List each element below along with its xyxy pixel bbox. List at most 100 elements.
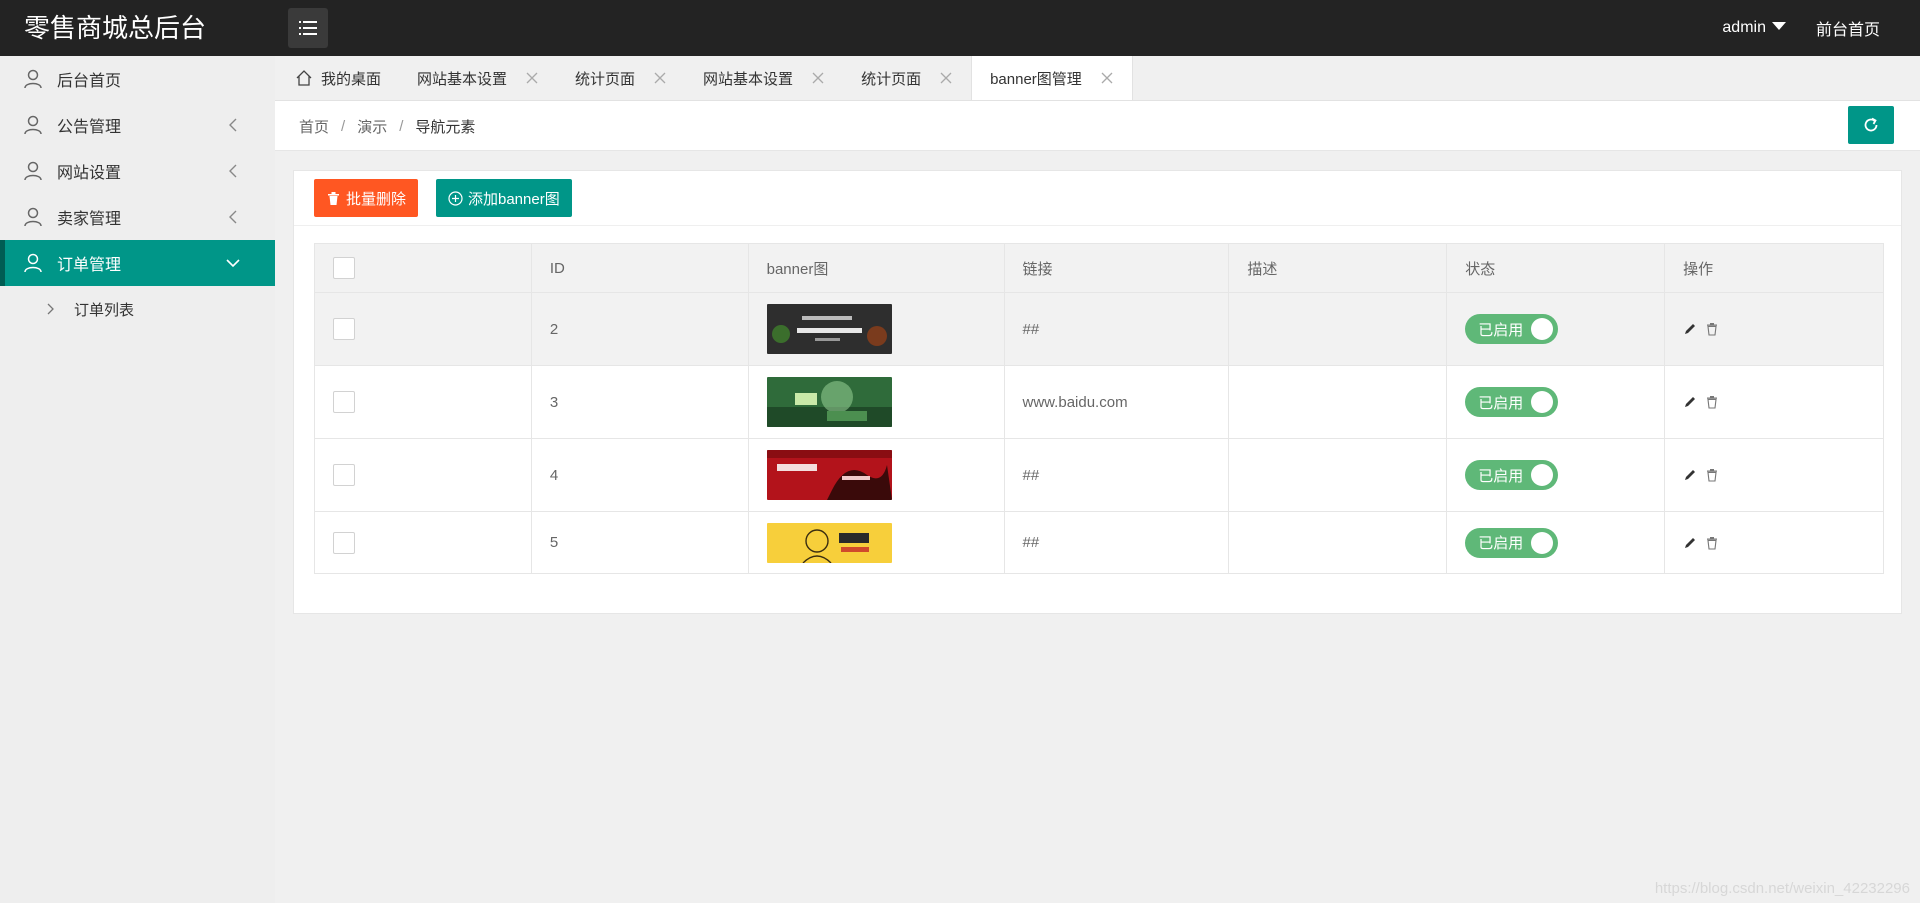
sidebar-item-label: 后台首页 bbox=[57, 73, 122, 90]
row-banner-cell bbox=[747, 511, 1005, 574]
tab-banner-management[interactable]: banner图管理 bbox=[971, 56, 1133, 100]
toggle-knob bbox=[1531, 318, 1554, 340]
close-icon[interactable] bbox=[811, 71, 825, 85]
close-icon[interactable] bbox=[939, 71, 953, 85]
close-icon[interactable] bbox=[653, 71, 667, 85]
row-status-cell: 已启用 bbox=[1446, 365, 1666, 439]
row-link: ## bbox=[1003, 511, 1230, 574]
status-toggle[interactable]: 已启用 bbox=[1465, 460, 1559, 490]
status-toggle-label: 已启用 bbox=[1478, 535, 1524, 552]
row-checkbox[interactable] bbox=[333, 464, 355, 486]
breadcrumb-separator: / bbox=[399, 117, 404, 135]
row-id: 3 bbox=[530, 365, 749, 439]
header-id: ID bbox=[530, 243, 749, 293]
tab-label: 网站基本设置 bbox=[417, 70, 508, 88]
tab-statistics[interactable]: 统计页面 bbox=[557, 56, 685, 100]
sidebar-item-dashboard[interactable]: 后台首页 bbox=[0, 56, 275, 102]
row-id: 2 bbox=[530, 292, 749, 366]
row-actions-cell bbox=[1664, 511, 1884, 574]
row-actions-cell bbox=[1664, 438, 1884, 512]
watermark: https://blog.csdn.net/weixin_42232296 bbox=[1654, 880, 1910, 897]
row-select-cell bbox=[314, 438, 532, 512]
header-link: 链接 bbox=[1003, 243, 1230, 293]
status-toggle-label: 已启用 bbox=[1478, 394, 1524, 412]
banner-thumbnail bbox=[766, 450, 892, 500]
add-banner-label: 添加banner图 bbox=[468, 190, 560, 208]
menu-toggle-button[interactable] bbox=[288, 8, 328, 48]
row-select-cell bbox=[314, 365, 532, 439]
breadcrumb-home[interactable]: 首页 bbox=[299, 116, 329, 137]
row-checkbox[interactable] bbox=[333, 391, 355, 413]
close-icon[interactable] bbox=[1100, 71, 1114, 85]
table-header-row: ID banner图 链接 描述 状态 操作 bbox=[314, 243, 1884, 293]
sidebar-item-orders[interactable]: 订单管理 bbox=[0, 240, 275, 286]
header-actions: 操作 bbox=[1664, 243, 1884, 293]
row-checkbox[interactable] bbox=[333, 318, 355, 340]
refresh-button[interactable] bbox=[1848, 106, 1894, 144]
breadcrumb: 首页 / 演示 / 导航元素 bbox=[299, 101, 475, 151]
edit-icon[interactable] bbox=[1683, 468, 1697, 482]
sidebar: 后台首页 公告管理 网站设置 卖家管理 订单管理 订单列表 bbox=[0, 56, 275, 903]
sidebar-item-notices[interactable]: 公告管理 bbox=[0, 102, 275, 148]
row-id: 4 bbox=[530, 438, 749, 512]
status-toggle[interactable]: 已启用 bbox=[1465, 527, 1559, 558]
user-icon bbox=[24, 115, 42, 135]
row-checkbox[interactable] bbox=[333, 531, 355, 554]
trash-icon[interactable] bbox=[1705, 536, 1719, 550]
banner-thumbnail bbox=[766, 522, 892, 563]
batch-delete-button[interactable]: 批量删除 bbox=[314, 179, 419, 217]
trash-icon[interactable] bbox=[1705, 395, 1719, 409]
row-desc bbox=[1228, 292, 1448, 366]
row-actions-cell bbox=[1664, 365, 1884, 439]
tab-my-desktop[interactable]: 我的桌面 bbox=[275, 56, 399, 100]
sidebar-subitem-label: 订单列表 bbox=[74, 301, 135, 319]
front-home-link[interactable]: 前台首页 bbox=[1816, 16, 1880, 40]
breadcrumb-current: 导航元素 bbox=[415, 118, 476, 136]
toggle-knob bbox=[1531, 531, 1554, 554]
toggle-knob bbox=[1531, 464, 1554, 486]
tab-statistics-2[interactable]: 统计页面 bbox=[843, 56, 971, 100]
tab-site-settings-2[interactable]: 网站基本设置 bbox=[685, 56, 843, 100]
row-banner-cell bbox=[747, 365, 1005, 439]
hamburger-icon bbox=[299, 21, 317, 35]
breadcrumb-demo[interactable]: 演示 bbox=[357, 116, 387, 137]
status-toggle-label: 已启用 bbox=[1478, 467, 1524, 485]
status-toggle[interactable]: 已启用 bbox=[1465, 314, 1559, 344]
row-desc bbox=[1228, 438, 1448, 512]
add-banner-button[interactable]: 添加banner图 bbox=[436, 179, 572, 217]
admin-user-menu[interactable]: admin bbox=[1722, 19, 1786, 37]
trash-icon[interactable] bbox=[1705, 468, 1719, 482]
edit-icon[interactable] bbox=[1683, 536, 1697, 550]
edit-icon[interactable] bbox=[1683, 322, 1697, 336]
row-link: ## bbox=[1003, 438, 1230, 512]
select-all-checkbox[interactable] bbox=[333, 257, 355, 279]
row-actions-cell bbox=[1664, 292, 1884, 366]
row-desc bbox=[1228, 511, 1448, 574]
app-title: 零售商城总后台 bbox=[24, 13, 207, 43]
row-status-cell: 已启用 bbox=[1446, 511, 1666, 574]
edit-icon[interactable] bbox=[1683, 395, 1697, 409]
user-icon bbox=[24, 161, 42, 181]
sidebar-item-site-settings[interactable]: 网站设置 bbox=[0, 148, 275, 194]
sidebar-item-sellers[interactable]: 卖家管理 bbox=[0, 194, 275, 240]
close-icon[interactable] bbox=[525, 71, 539, 85]
chevron-down-icon bbox=[226, 259, 240, 268]
header-banner: banner图 bbox=[747, 243, 1005, 293]
header-right: admin 前台首页 bbox=[1722, 0, 1880, 56]
tab-site-settings[interactable]: 网站基本设置 bbox=[399, 56, 557, 100]
row-banner-cell bbox=[747, 438, 1005, 512]
chevron-left-icon bbox=[229, 118, 237, 132]
trash-icon[interactable] bbox=[1705, 322, 1719, 336]
chevron-left-icon bbox=[229, 210, 237, 224]
status-toggle-label: 已启用 bbox=[1478, 321, 1524, 339]
user-icon bbox=[24, 207, 42, 227]
tab-label: 我的桌面 bbox=[321, 70, 382, 88]
header-select-all bbox=[314, 243, 532, 293]
row-select-cell bbox=[314, 511, 532, 574]
sidebar-subitem-order-list[interactable]: 订单列表 bbox=[0, 286, 275, 332]
sidebar-item-label: 订单管理 bbox=[57, 257, 122, 274]
toolbar: 批量删除 添加banner图 bbox=[294, 171, 1901, 226]
status-toggle[interactable]: 已启用 bbox=[1465, 387, 1559, 417]
banner-table: ID banner图 链接 描述 状态 操作 2 ## 已启用 3 www.ba… bbox=[314, 243, 1884, 574]
trash-icon bbox=[328, 191, 339, 205]
